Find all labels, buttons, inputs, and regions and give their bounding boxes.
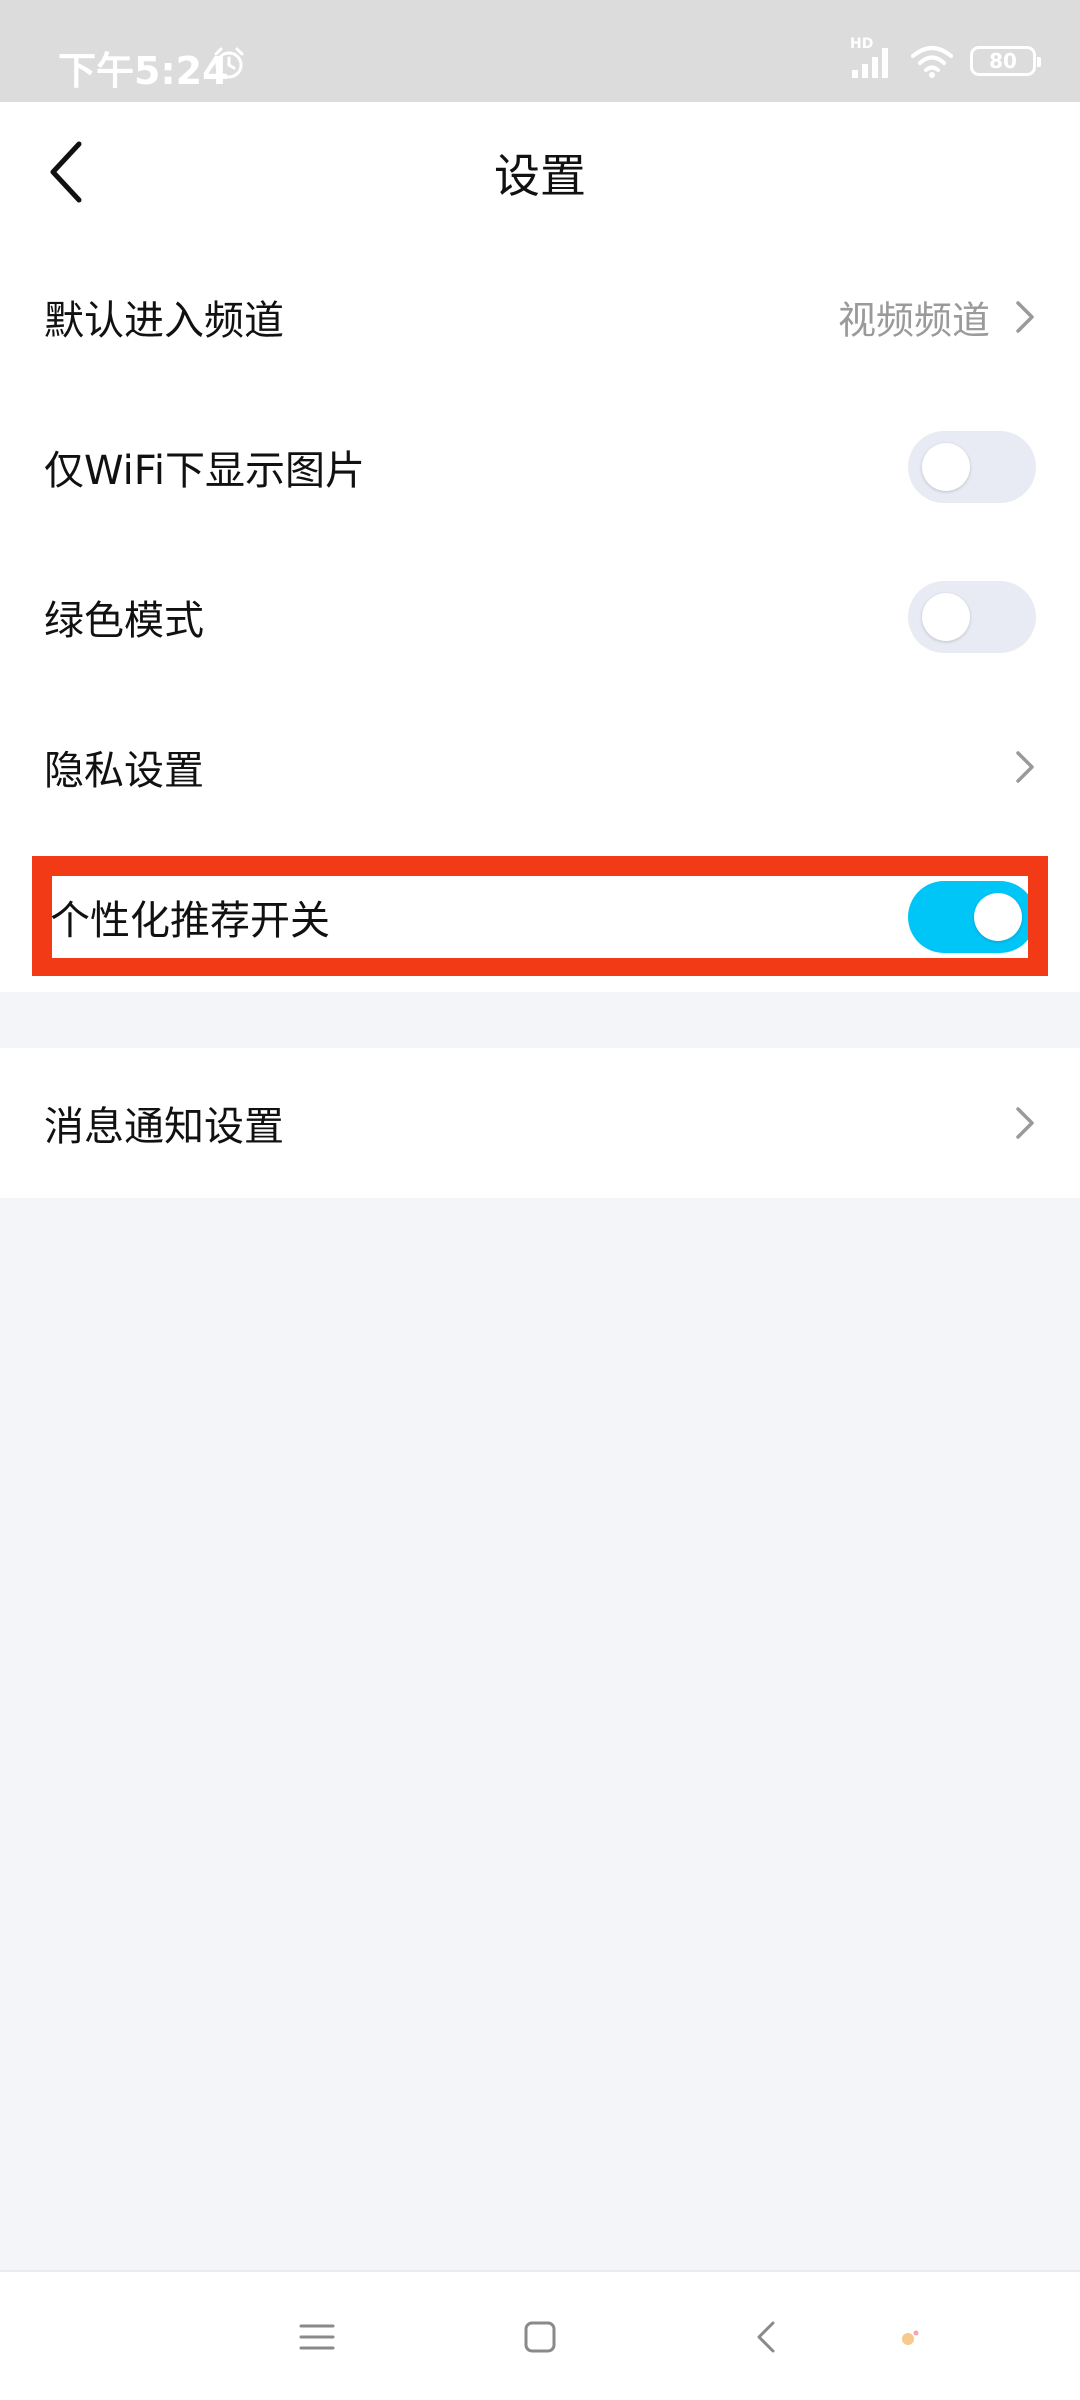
assistant-button[interactable] <box>890 2302 930 2372</box>
status-indicators: HD 80 <box>850 36 1041 78</box>
green-mode-toggle[interactable] <box>908 581 1036 653</box>
toggle-knob <box>974 893 1022 941</box>
personalized-toggle[interactable] <box>908 881 1036 953</box>
setting-row-green-mode: 绿色模式 <box>0 542 1080 692</box>
setting-row-wifi-images: 仅WiFi下显示图片 <box>0 392 1080 542</box>
back-chevron-icon <box>757 2321 775 2353</box>
system-nav-bar <box>0 2270 1080 2400</box>
alarm-icon <box>214 47 244 79</box>
setting-label: 默认进入频道 <box>44 298 284 344</box>
setting-label: 绿色模式 <box>44 598 204 644</box>
setting-row-notifications[interactable]: 消息通知设置 <box>0 1048 1080 1198</box>
home-button[interactable] <box>505 2302 575 2372</box>
battery-icon: 80 <box>970 46 1041 76</box>
menu-button[interactable] <box>282 2302 352 2372</box>
back-nav-button[interactable] <box>732 2302 802 2372</box>
setting-row-default-channel[interactable]: 默认进入频道 视频频道 <box>0 242 1080 392</box>
menu-icon <box>299 2324 335 2350</box>
chevron-right-icon <box>1016 751 1034 783</box>
setting-label: 消息通知设置 <box>44 1104 284 1150</box>
setting-value: 视频频道 <box>837 298 990 343</box>
wifi-icon <box>911 46 953 78</box>
header: 设置 <box>0 102 1080 242</box>
setting-label: 仅WiFi下显示图片 <box>44 448 365 494</box>
status-time: 下午5:24 <box>58 49 229 93</box>
wifi-images-toggle[interactable] <box>908 431 1036 503</box>
status-bar: 下午5:24 HD 80 <box>0 0 1080 102</box>
settings-group-main: 默认进入频道 视频频道 仅WiFi下显示图片 绿色模式 隐私设置 个性化推荐开关 <box>0 242 1080 992</box>
page-title: 设置 <box>494 149 586 203</box>
settings-group-notifications: 消息通知设置 <box>0 1048 1080 1198</box>
setting-row-privacy[interactable]: 隐私设置 <box>0 692 1080 842</box>
chevron-right-icon <box>1016 301 1034 333</box>
signal-icon: HD <box>850 36 894 78</box>
toggle-knob <box>922 443 970 491</box>
battery-level: 80 <box>989 49 1017 73</box>
setting-label: 个性化推荐开关 <box>50 898 330 944</box>
setting-row-personalized: 个性化推荐开关 <box>0 842 1080 992</box>
assistant-dot-icon <box>902 2330 919 2345</box>
setting-label: 隐私设置 <box>44 748 204 794</box>
toggle-knob <box>922 593 970 641</box>
home-square-icon <box>524 2321 556 2353</box>
chevron-right-icon <box>1016 1107 1034 1139</box>
